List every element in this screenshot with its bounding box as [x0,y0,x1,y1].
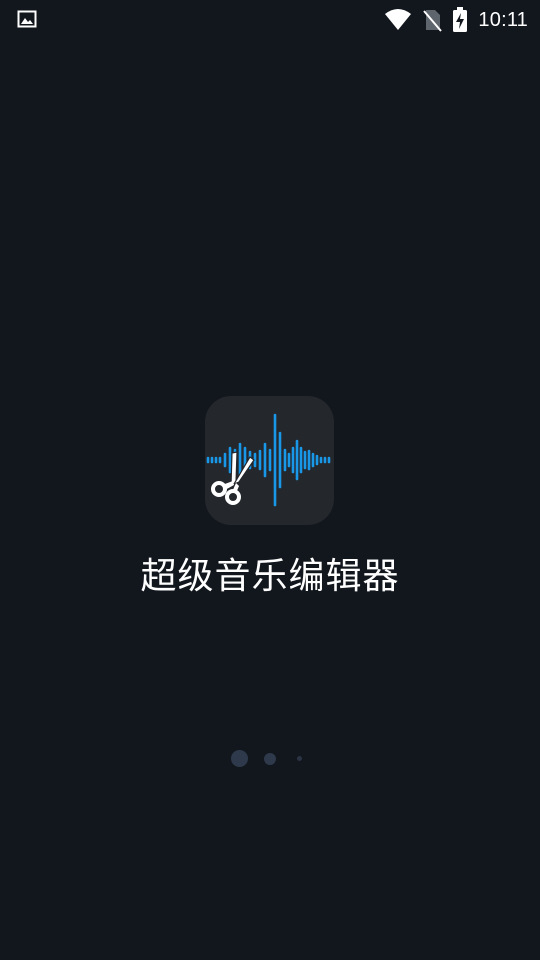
status-time: 10:11 [478,8,528,31]
status-bar: 10:11 [0,0,540,40]
no-sim-icon [422,8,443,32]
status-icons: 10:11 [384,6,528,34]
app-icon [205,396,334,525]
loading-dot [297,756,302,761]
waveform-scissors-icon [206,413,331,507]
loading-dot [231,750,248,767]
loading-indicator [0,745,540,773]
loading-dot [264,753,276,765]
image-notification-icon [17,9,37,29]
wifi-icon [384,8,412,32]
battery-charging-icon [452,7,468,33]
app-title: 超级音乐编辑器 [140,556,400,597]
